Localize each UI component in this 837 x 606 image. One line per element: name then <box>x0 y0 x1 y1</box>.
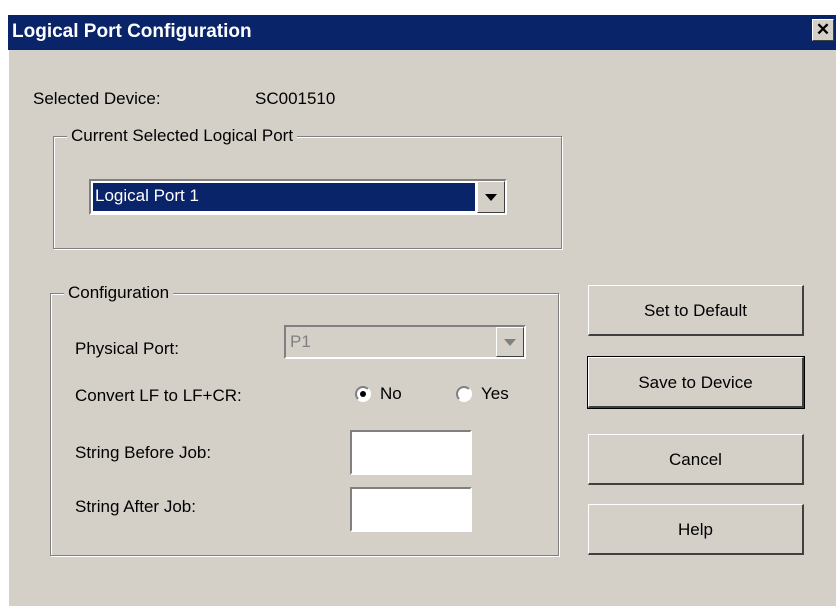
chevron-down-icon <box>485 194 497 201</box>
physical-port-value: P1 <box>290 332 311 351</box>
logical-port-dialog: Logical Port Configuration ✕ Selected De… <box>8 15 836 606</box>
title-bar: Logical Port Configuration ✕ <box>8 15 836 50</box>
string-before-label: String Before Job: <box>75 443 212 462</box>
configuration-legend: Configuration <box>64 283 174 303</box>
string-after-label: String After Job: <box>75 497 196 516</box>
save-to-device-button[interactable]: Save to Device <box>587 356 805 409</box>
convert-yes-label[interactable]: Yes <box>481 384 509 404</box>
physical-port-dropdown-button[interactable] <box>496 327 524 357</box>
logical-port-select[interactable]: Logical Port 1 <box>89 179 507 215</box>
convert-lf-label: Convert LF to LF+CR: <box>75 386 242 405</box>
set-to-default-button[interactable]: Set to Default <box>588 285 804 336</box>
help-button[interactable]: Help <box>588 504 804 555</box>
current-port-legend: Current Selected Logical Port <box>67 126 298 146</box>
physical-port-select[interactable]: P1 <box>284 325 526 359</box>
string-after-field[interactable] <box>350 487 472 532</box>
string-before-field[interactable] <box>350 430 472 475</box>
selected-device-label: Selected Device: <box>33 89 161 108</box>
radio-selected-dot <box>360 391 366 397</box>
cancel-button[interactable]: Cancel <box>588 434 804 485</box>
logical-port-selected-value: Logical Port 1 <box>93 183 475 211</box>
logical-port-dropdown-button[interactable] <box>477 181 505 213</box>
chevron-down-icon <box>504 339 516 346</box>
window-title: Logical Port Configuration <box>12 21 252 42</box>
close-icon: ✕ <box>815 20 831 39</box>
convert-no-label[interactable]: No <box>380 384 402 404</box>
physical-port-label: Physical Port: <box>75 339 179 358</box>
selected-device-value: SC001510 <box>255 89 336 108</box>
convert-no-radio[interactable] <box>355 386 371 402</box>
close-button[interactable]: ✕ <box>812 19 834 41</box>
convert-yes-radio[interactable] <box>456 386 472 402</box>
